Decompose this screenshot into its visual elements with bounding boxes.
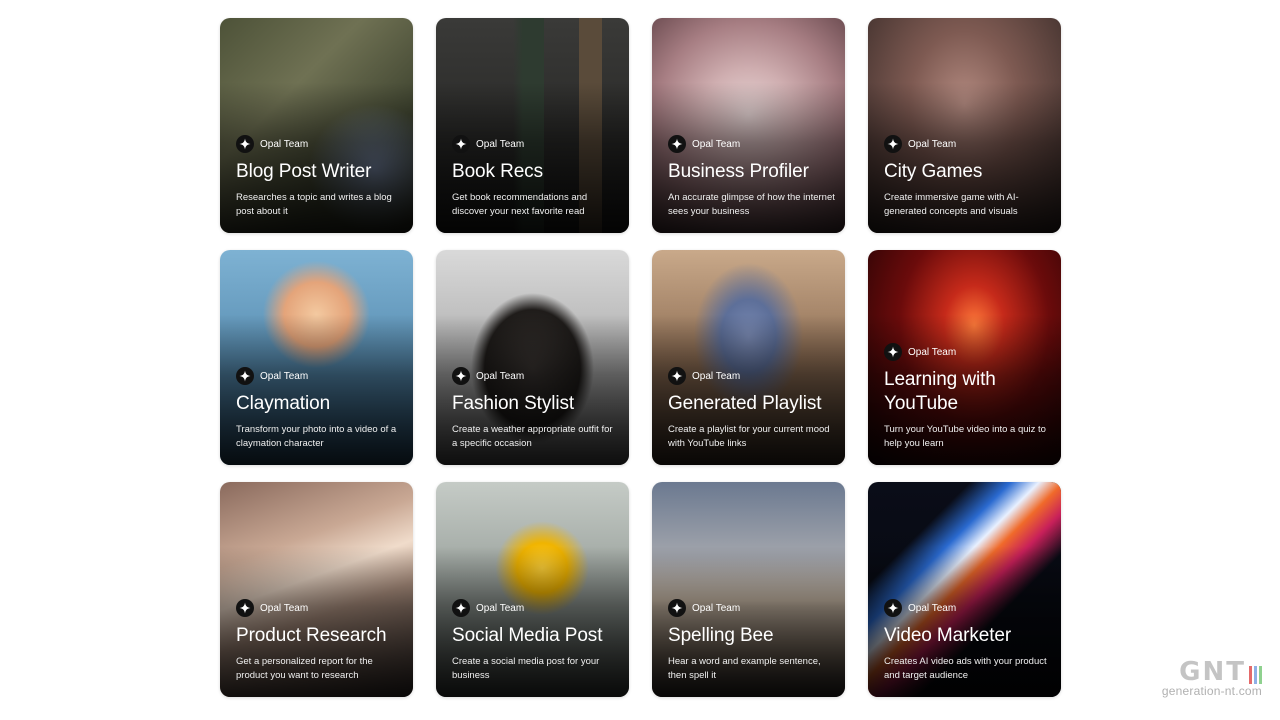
card-author: Opal Team: [236, 135, 403, 153]
card-author: Opal Team: [452, 135, 619, 153]
card-description: Transform your photo into a video of a c…: [236, 424, 397, 449]
card-content: Opal Team Video Marketer Creates AI video …: [884, 599, 1051, 683]
card-title: Blog Post Writer: [236, 161, 372, 182]
sparkle-icon: [668, 367, 686, 385]
card-content: Opal Team City Games Create immersive game…: [884, 135, 1051, 219]
card-title: Video Marketer: [884, 625, 1012, 646]
card-description: Hear a word and example sentence, then s…: [668, 656, 821, 681]
card-description: Turn your YouTube video into a quiz to h…: [884, 424, 1046, 449]
card-content: Opal Team Spelling Bee Hear a word and exa…: [668, 599, 835, 683]
author-name: Opal Team: [260, 370, 309, 382]
author-name: Opal Team: [476, 602, 525, 614]
sparkle-icon: [884, 599, 902, 617]
watermark-logo: GNT: [1162, 659, 1262, 685]
sparkle-icon: [668, 135, 686, 153]
card-author: Opal Team: [884, 343, 1051, 361]
sparkle-icon: [236, 367, 254, 385]
card-title: Learning with YouTube: [884, 369, 996, 414]
card-author: Opal Team: [668, 599, 835, 617]
card-author: Opal Team: [452, 367, 619, 385]
card-description: Create immersive game with AI-generated …: [884, 192, 1019, 217]
sparkle-icon: [452, 599, 470, 617]
sparkle-icon: [884, 343, 902, 361]
sparkle-icon: [236, 599, 254, 617]
template-card[interactable]: Opal Team Video Marketer Creates AI video …: [868, 482, 1061, 697]
card-title: Social Media Post: [452, 625, 603, 646]
author-name: Opal Team: [260, 138, 309, 150]
card-title: Generated Playlist: [668, 393, 822, 414]
card-content: Opal Team Claymation Transform your photo …: [236, 367, 403, 451]
sparkle-icon: [884, 135, 902, 153]
card-author: Opal Team: [884, 135, 1051, 153]
card-content: Opal Team Learning with YouTube Turn your …: [884, 343, 1051, 451]
card-content: Opal Team Book Recs Get book recommendatio…: [452, 135, 619, 219]
card-content: Opal Team Fashion Stylist Create a weather…: [452, 367, 619, 451]
template-card[interactable]: Opal Team Generated Playlist Create a play…: [652, 250, 845, 465]
template-card[interactable]: Opal Team Book Recs Get book recommendatio…: [436, 18, 629, 233]
card-author: Opal Team: [668, 135, 835, 153]
sparkle-icon: [452, 135, 470, 153]
author-name: Opal Team: [692, 602, 741, 614]
card-title: Claymation: [236, 393, 331, 414]
card-description: Create a social media post for your busi…: [452, 656, 600, 681]
template-card[interactable]: Opal Team Claymation Transform your photo …: [220, 250, 413, 465]
card-author: Opal Team: [236, 367, 403, 385]
card-content: Opal Team Social Media Post Create a socia…: [452, 599, 619, 683]
sparkle-icon: [452, 367, 470, 385]
card-description: Create a playlist for your current mood …: [668, 424, 830, 449]
template-grid: Opal Team Blog Post Writer Researches a to…: [220, 18, 1061, 697]
author-name: Opal Team: [908, 138, 957, 150]
watermark-site: generation-nt.com: [1161, 684, 1262, 698]
card-content: Opal Team Product Research Get a personali…: [236, 599, 403, 683]
author-name: Opal Team: [908, 602, 957, 614]
template-card[interactable]: Opal Team Product Research Get a personali…: [220, 482, 413, 697]
card-author: Opal Team: [668, 367, 835, 385]
card-title: Business Profiler: [668, 161, 809, 182]
card-title: Fashion Stylist: [452, 393, 575, 414]
author-name: Opal Team: [908, 346, 957, 358]
template-card[interactable]: Opal Team Learning with YouTube Turn your …: [868, 250, 1061, 465]
template-card[interactable]: Opal Team Blog Post Writer Researches a to…: [220, 18, 413, 233]
card-author: Opal Team: [452, 599, 619, 617]
card-description: Creates AI video ads with your product a…: [884, 656, 1047, 681]
author-name: Opal Team: [692, 138, 741, 150]
watermark-bars-icon: [1249, 666, 1262, 684]
card-description: An accurate glimpse of how the internet …: [668, 192, 835, 217]
author-name: Opal Team: [260, 602, 309, 614]
template-card[interactable]: Opal Team Spelling Bee Hear a word and exa…: [652, 482, 845, 697]
template-card[interactable]: Opal Team Fashion Stylist Create a weather…: [436, 250, 629, 465]
author-name: Opal Team: [476, 138, 525, 150]
card-title: City Games: [884, 161, 983, 182]
template-card[interactable]: Opal Team Business Profiler An accurate gl…: [652, 18, 845, 233]
card-content: Opal Team Generated Playlist Create a play…: [668, 367, 835, 451]
sparkle-icon: [668, 599, 686, 617]
card-title: Spelling Bee: [668, 625, 774, 646]
template-card[interactable]: Opal Team City Games Create immersive game…: [868, 18, 1061, 233]
card-content: Opal Team Blog Post Writer Researches a to…: [236, 135, 403, 219]
card-content: Opal Team Business Profiler An accurate gl…: [668, 135, 835, 219]
template-card[interactable]: Opal Team Social Media Post Create a socia…: [436, 482, 629, 697]
author-name: Opal Team: [476, 370, 525, 382]
card-description: Create a weather appropriate outfit for …: [452, 424, 613, 449]
card-author: Opal Team: [236, 599, 403, 617]
card-description: Get a personalized report for the produc…: [236, 656, 373, 681]
card-description: Get book recommendations and discover yo…: [452, 192, 588, 217]
sparkle-icon: [236, 135, 254, 153]
card-title: Product Research: [236, 625, 387, 646]
card-description: Researches a topic and writes a blog pos…: [236, 192, 392, 217]
watermark: GNT generation-nt.com: [1161, 659, 1262, 698]
card-title: Book Recs: [452, 161, 543, 182]
author-name: Opal Team: [692, 370, 741, 382]
card-author: Opal Team: [884, 599, 1051, 617]
